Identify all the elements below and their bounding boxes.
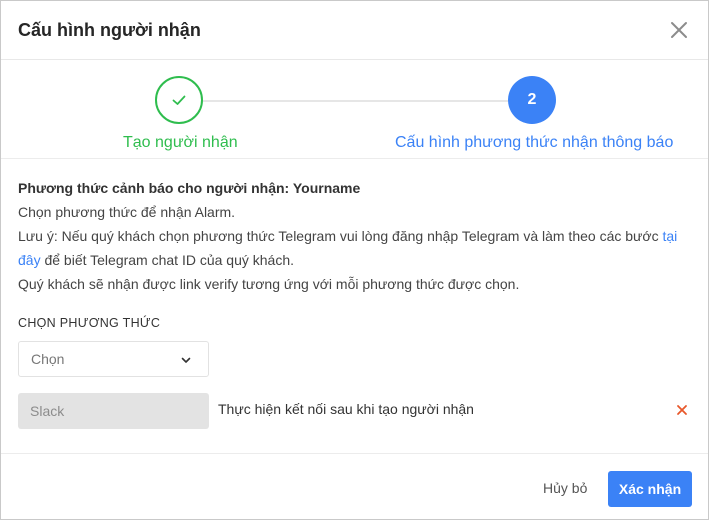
method-select[interactable]: Chọn (18, 341, 209, 377)
method-select-value: Chọn (31, 351, 65, 367)
slack-method-field: Slack (18, 393, 209, 429)
intro-line: Chọn phương thức để nhận Alarm. (18, 204, 236, 220)
telegram-note-suffix: để biết Telegram chat ID của quý khách. (40, 252, 295, 268)
step-2-indicator: 2 (508, 76, 556, 124)
stepper: Tạo người nhận 2 Cấu hình phương thức nh… (1, 61, 708, 159)
telegram-note: Lưu ý: Nếu quý khách chọn phương thức Te… (18, 224, 688, 272)
intro-title: Phương thức cảnh báo cho người nhận: You… (18, 180, 361, 196)
remove-method-button[interactable] (676, 403, 688, 415)
modal-title: Cấu hình người nhận (18, 20, 201, 40)
modal-header: Cấu hình người nhận (1, 1, 708, 60)
chevron-down-icon (181, 357, 191, 363)
close-icon (677, 405, 687, 415)
slack-method-name: Slack (30, 403, 65, 419)
verify-note: Quý khách sẽ nhận được link verify tương… (18, 276, 520, 292)
modal-footer: Hủy bỏ Xác nhận (1, 453, 708, 519)
step-1-label: Tạo người nhận (123, 134, 238, 151)
check-icon (172, 95, 186, 105)
step-1-indicator (155, 76, 203, 124)
method-intro: Phương thức cảnh báo cho người nhận: You… (18, 179, 688, 296)
step-2-label: Cấu hình phương thức nhận thông báo (395, 134, 674, 151)
choose-method-label: CHỌN PHƯƠNG THỨC (18, 316, 161, 330)
close-icon (671, 22, 687, 38)
telegram-note-prefix: Lưu ý: Nếu quý khách chọn phương thức Te… (18, 228, 663, 244)
close-button[interactable] (669, 20, 689, 40)
stepper-connector (203, 100, 508, 102)
cancel-button[interactable]: Hủy bỏ (531, 471, 599, 505)
confirm-button[interactable]: Xác nhận (608, 471, 692, 507)
configure-recipient-modal: Cấu hình người nhận Tạo người nhận 2 Cấu… (0, 0, 709, 520)
slack-method-note: Thực hiện kết nối sau khi tạo người nhận (218, 401, 474, 417)
